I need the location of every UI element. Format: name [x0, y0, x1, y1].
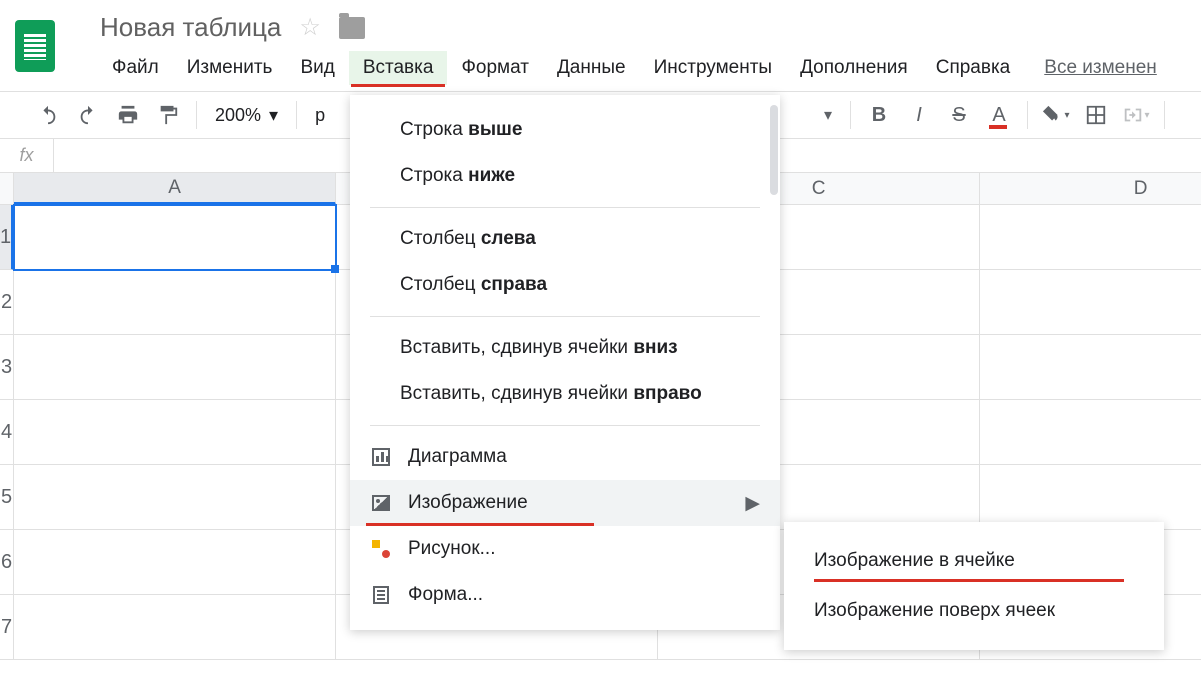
image-icon: [370, 492, 392, 514]
chart-icon: [370, 446, 392, 468]
image-submenu: Изображение в ячейке Изображение поверх …: [784, 522, 1164, 650]
fill-color-button[interactable]: ▾: [1038, 97, 1074, 133]
menu-addons[interactable]: Дополнения: [786, 51, 922, 85]
menubar: Файл Изменить Вид Вставка Формат Данные …: [70, 51, 1201, 85]
star-icon[interactable]: ☆: [299, 13, 321, 42]
cell[interactable]: [14, 530, 336, 595]
separator: [1164, 101, 1165, 129]
print-button[interactable]: [110, 97, 146, 133]
separator: [850, 101, 851, 129]
menu-tools[interactable]: Инструменты: [640, 51, 786, 85]
sheets-logo: [15, 20, 55, 72]
submenu-arrow-icon: ▶: [745, 492, 760, 515]
redo-button[interactable]: [70, 97, 106, 133]
menu-shift-down[interactable]: Вставить, сдвинув ячейки вниз: [350, 325, 780, 371]
cell[interactable]: [14, 335, 336, 400]
select-all-corner[interactable]: [0, 173, 14, 205]
menu-edit[interactable]: Изменить: [173, 51, 287, 85]
menu-form[interactable]: Форма...: [350, 572, 780, 618]
italic-button[interactable]: I: [901, 97, 937, 133]
menu-view[interactable]: Вид: [286, 51, 348, 85]
cell[interactable]: [980, 335, 1201, 400]
paint-format-button[interactable]: [150, 97, 186, 133]
cell[interactable]: [980, 270, 1201, 335]
submenu-image-in-cell[interactable]: Изображение в ячейке: [784, 536, 1164, 586]
menu-data[interactable]: Данные: [543, 51, 640, 85]
form-icon: [370, 584, 392, 606]
separator: [370, 207, 760, 208]
cell-a1[interactable]: [14, 205, 336, 270]
merge-button[interactable]: ▾: [1118, 97, 1154, 133]
zoom-selector[interactable]: 200%▾: [207, 105, 286, 126]
cell[interactable]: [14, 270, 336, 335]
highlight-underline: [351, 84, 446, 87]
text-color-button[interactable]: A: [981, 97, 1017, 133]
submenu-image-over-cells[interactable]: Изображение поверх ячеек: [784, 586, 1164, 636]
drawing-icon: [370, 538, 392, 560]
menu-file[interactable]: Файл: [98, 51, 173, 85]
menu-col-right[interactable]: Столбец справа: [350, 262, 780, 308]
cell[interactable]: [980, 400, 1201, 465]
menu-chart[interactable]: Диаграмма: [350, 434, 780, 480]
separator: [296, 101, 297, 129]
bold-button[interactable]: B: [861, 97, 897, 133]
menu-row-above[interactable]: Строка выше: [350, 107, 780, 153]
row-header-7[interactable]: 7: [0, 595, 14, 660]
row-header-6[interactable]: 6: [0, 530, 14, 595]
insert-menu-dropdown: Строка выше Строка ниже Столбец слева Ст…: [350, 95, 780, 630]
menu-col-left[interactable]: Столбец слева: [350, 216, 780, 262]
color-indicator: [989, 125, 1007, 129]
chevron-down-icon: ▾: [269, 105, 278, 126]
menu-shift-right[interactable]: Вставить, сдвинув ячейки вправо: [350, 371, 780, 417]
row-header-5[interactable]: 5: [0, 465, 14, 530]
toolbar-text: р: [307, 105, 325, 126]
menu-help[interactable]: Справка: [922, 51, 1025, 85]
borders-button[interactable]: [1078, 97, 1114, 133]
cell[interactable]: [14, 400, 336, 465]
highlight-underline: [814, 579, 1124, 582]
row-header-1[interactable]: 1: [0, 205, 14, 270]
menu-format[interactable]: Формат: [447, 51, 543, 85]
col-header-d[interactable]: D: [980, 173, 1201, 205]
row-header-3[interactable]: 3: [0, 335, 14, 400]
cell[interactable]: [980, 205, 1201, 270]
menu-insert[interactable]: Вставка: [349, 51, 448, 85]
changes-link[interactable]: Все изменен: [1044, 57, 1157, 79]
col-header-a[interactable]: A: [14, 173, 336, 205]
separator: [370, 316, 760, 317]
undo-button[interactable]: [30, 97, 66, 133]
menu-row-below[interactable]: Строка ниже: [350, 153, 780, 199]
chevron-down-icon[interactable]: ▾: [816, 105, 840, 125]
fx-icon: fx: [0, 139, 54, 172]
document-title[interactable]: Новая таблица: [100, 12, 281, 43]
row-header-4[interactable]: 4: [0, 400, 14, 465]
separator: [370, 425, 760, 426]
separator: [196, 101, 197, 129]
folder-icon[interactable]: [339, 17, 365, 39]
cell[interactable]: [980, 465, 1201, 530]
row-header-2[interactable]: 2: [0, 270, 14, 335]
cell[interactable]: [14, 465, 336, 530]
menu-image[interactable]: Изображение▶: [350, 480, 780, 526]
menu-drawing[interactable]: Рисунок...: [350, 526, 780, 572]
separator: [1027, 101, 1028, 129]
strikethrough-button[interactable]: S: [941, 97, 977, 133]
cell[interactable]: [14, 595, 336, 660]
